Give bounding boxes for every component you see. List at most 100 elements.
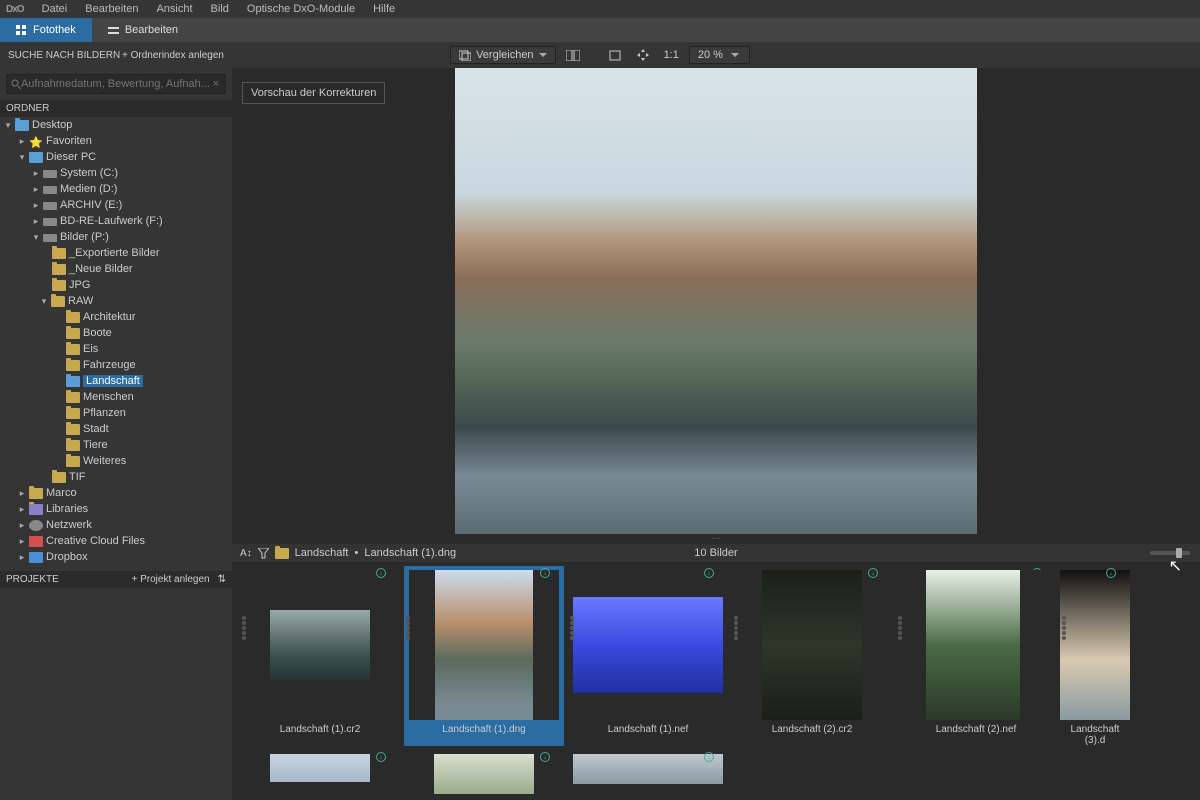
export-badge-icon: ↓ [704,568,714,578]
tree-raw[interactable]: ▾RAW [0,293,232,309]
preview-corrections-badge[interactable]: Vorschau der Korrekturen [242,82,385,104]
zoom-ratio-label[interactable]: 1:1 [660,49,683,61]
menu-hilfe[interactable]: Hilfe [373,3,395,15]
thumbnail-name: Landschaft (1).cr2 [280,724,361,735]
drive-icon [43,170,57,178]
export-badge-icon: ↓ [1106,568,1116,578]
rating-dots[interactable] [406,616,410,640]
tree-boote[interactable]: Boote [0,325,232,341]
tree-landschaft[interactable]: Landschaft [0,373,232,389]
sort-icon[interactable]: A↕ [240,548,252,559]
tree-fahrzeuge[interactable]: Fahrzeuge [0,357,232,373]
tree-system-c[interactable]: ▸System (C:) [0,165,232,181]
rating-dots[interactable] [242,616,246,640]
thumbnail[interactable]: ↓ [568,750,728,800]
preview-image [455,68,977,534]
drive-icon [43,218,57,226]
compare-label: Vergleichen [476,49,534,61]
tree-netzwerk[interactable]: ▸Netzwerk [0,517,232,533]
folder-icon [66,424,80,435]
menu-ansicht[interactable]: Ansicht [156,3,192,15]
rating-dots[interactable] [734,616,738,640]
tree-stadt[interactable]: Stadt [0,421,232,437]
thumbnail[interactable]: ↓ [404,750,564,800]
clear-search-icon[interactable]: × [211,78,221,90]
folder-icon [52,248,66,259]
search-input[interactable] [21,78,211,90]
dropbox-icon [29,552,43,563]
menu-bearbeiten[interactable]: Bearbeiten [85,3,138,15]
projects-sort-icon[interactable]: ⇅ [218,574,226,585]
tree-bdre-f[interactable]: ▸BD-RE-Laufwerk (F:) [0,213,232,229]
thumbnail[interactable]: ↓Landschaft (1).dng [404,566,564,746]
network-icon [29,520,43,531]
path-folder[interactable]: Landschaft [295,547,349,559]
search-section-title: SUCHE NACH BILDERN [8,50,120,61]
preview-area[interactable] [232,68,1200,534]
menu-bild[interactable]: Bild [211,3,229,15]
tree-dropbox[interactable]: ▸Dropbox [0,549,232,565]
export-badge-icon: ↓ [376,752,386,762]
tree-tiere[interactable]: Tiere [0,437,232,453]
thumbnail-name: Landschaft (1).dng [442,724,525,735]
thumbnail[interactable]: ↓Landschaft (3).d [1060,566,1130,746]
tree-desktop[interactable]: ▾Desktop [0,117,232,133]
folder-icon [66,392,80,403]
tree-ccfiles[interactable]: ▸Creative Cloud Files [0,533,232,549]
folders-header: ORDNER [0,100,232,117]
rating-dots[interactable] [898,616,902,640]
tree-jpg[interactable]: JPG [0,277,232,293]
tree-eis[interactable]: Eis [0,341,232,357]
tree-dieser-pc[interactable]: ▾Dieser PC [0,149,232,165]
crop-view-button[interactable] [604,45,626,65]
tab-fotothek[interactable]: Fotothek [0,18,92,42]
thumbnail[interactable]: ↓ [240,750,400,800]
thumbnail[interactable]: ↓Landschaft (1).cr2 [240,566,400,746]
tree-menschen[interactable]: Menschen [0,389,232,405]
tree-favoriten[interactable]: ▸⭐Favoriten [0,133,232,149]
tab-bearbeiten[interactable]: Bearbeiten [92,18,194,42]
center-panel: Vorschau der Korrekturen ⋯ A↕ Landschaft… [232,68,1200,800]
tree-bilder-p[interactable]: ▾Bilder (P:) [0,229,232,245]
zoom-percent-dropdown[interactable]: 20 % [689,46,750,64]
tree-exportierte[interactable]: _Exportierte Bilder [0,245,232,261]
folder-icon [66,408,80,419]
tree-archiv-e[interactable]: ▸ARCHIV (E:) [0,197,232,213]
rating-dots[interactable] [570,616,574,640]
tree-neue[interactable]: _Neue Bilder [0,261,232,277]
folder-icon [52,280,66,291]
path-file: Landschaft (1).dng [364,547,456,559]
add-project-button[interactable]: + Projekt anlegen [131,574,209,585]
move-tool-button[interactable] [632,45,654,65]
menu-datei[interactable]: Datei [42,3,68,15]
rating-dots[interactable] [1062,616,1066,640]
compare-button[interactable]: Vergleichen [450,46,556,64]
thumbnail-size-slider[interactable] [1150,551,1190,555]
filmstrip: ↓Landschaft (1).cr2↓Landschaft (1).dng↓L… [232,562,1200,800]
tree-weiteres[interactable]: Weiteres [0,453,232,469]
thumbnail-name: Landschaft (1).nef [608,724,689,735]
split-view-button[interactable] [562,45,584,65]
tree-medien-d[interactable]: ▸Medien (D:) [0,181,232,197]
add-folder-index-button[interactable]: + Ordnerindex anlegen [122,50,224,61]
pc-icon [29,152,43,163]
tree-tif[interactable]: TIF [0,469,232,485]
search-input-wrapper[interactable]: × [6,74,226,94]
tab-bearbeiten-label: Bearbeiten [125,24,178,36]
tree-architektur[interactable]: Architektur [0,309,232,325]
caret-down-icon [539,53,547,57]
menu-dxo-module[interactable]: Optische DxO-Module [247,3,355,15]
compare-icon [459,50,471,61]
filter-icon[interactable] [258,548,269,559]
tab-fotothek-label: Fotothek [33,24,76,36]
thumbnail[interactable]: ↓Landschaft (2).cr2 [732,566,892,746]
caret-down-icon [731,53,739,57]
tree-marco[interactable]: ▸Marco [0,485,232,501]
tree-pflanzen[interactable]: Pflanzen [0,405,232,421]
drive-icon [43,234,57,242]
folder-icon [66,360,80,371]
panel-drag-handle[interactable]: ⋯ [232,534,1200,544]
tree-libraries[interactable]: ▸Libraries [0,501,232,517]
thumbnail[interactable]: ↓ Landschaft (1).nef [568,566,728,746]
menubar: DxO Datei Bearbeiten Ansicht Bild Optisc… [0,0,1200,18]
